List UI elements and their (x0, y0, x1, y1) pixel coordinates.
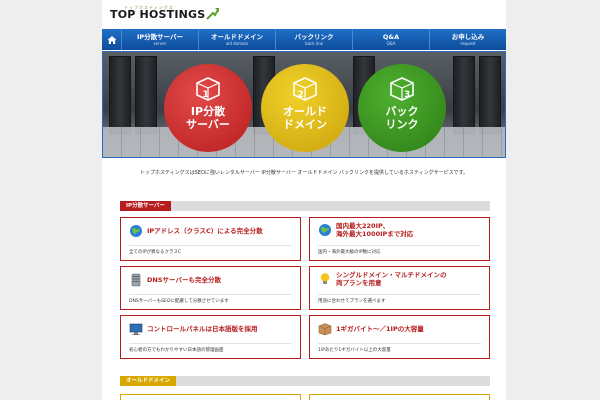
intro-text: トップホスティングスはSEOに強いレンタルサーバー IP分散サーバー オールドド… (139, 170, 469, 176)
server-icon (131, 273, 141, 287)
section-header-ip-server: IP分散サーバー (120, 201, 490, 211)
nav-item-old-domain[interactable]: オールドドメイン old domain (199, 29, 276, 50)
section-label: IP分散サーバー (120, 201, 172, 211)
lightbulb-icon (320, 273, 330, 284)
monitor-icon (129, 323, 143, 335)
feature-card[interactable]: 1ギガバイト～／1IPの大容量 1IPあたり1ギガバイト以上の大容量 (309, 315, 490, 359)
card-title: コントロールパネルは日本語版を採用 (147, 325, 258, 333)
hero-circle-line1: オールド (283, 105, 327, 118)
server-rack (109, 56, 131, 134)
feature-card[interactable]: IPアドレス（クラスC）による完全分散 全てのIPが異なるクラスC (120, 217, 301, 261)
svg-text:1: 1 (203, 90, 209, 100)
hero-banner: 1 IP分散 サーバー 2 オールド ドメイン 3 バック リンク (102, 51, 506, 158)
nav-item-sublabel: Q&A (386, 41, 396, 46)
logo[interactable]: トップホスティングス TOP HOSTINGS (110, 5, 220, 22)
nav-item-sublabel: server (153, 41, 167, 46)
card-title-line2: 海外最大1000IPまで対応 (336, 230, 414, 238)
nav-item-sublabel: request (460, 41, 476, 46)
home-icon (107, 35, 116, 44)
svg-text:3: 3 (404, 90, 410, 100)
nav-item-label: お申し込み (451, 33, 485, 41)
feature-card-partial[interactable] (120, 394, 301, 400)
svg-text:2: 2 (298, 90, 304, 100)
logo-tagline: トップホスティングス (124, 5, 174, 10)
feature-card-partial[interactable] (309, 394, 490, 400)
section-header-old-domain: オールドドメイン (120, 376, 490, 386)
nav-item-label: バックリンク (294, 33, 334, 41)
hero-circle-line2: サーバー (186, 118, 230, 131)
box-number-2-icon: 2 (293, 77, 317, 101)
card-description: 1IPあたり1ギガバイト以上の大容量 (318, 348, 391, 353)
nav-item-qa[interactable]: Q&A Q&A (353, 29, 430, 50)
card-description: 初心者の方でもわかりやすい日本語の管理画面 (129, 348, 224, 353)
card-divider (318, 294, 481, 295)
hero-circle-line1: バック (385, 105, 419, 118)
page: トップホスティングス TOP HOSTINGS IP分散サーバー server … (102, 0, 506, 400)
hero-circle-line2: リンク (385, 118, 419, 131)
globe-icon (130, 225, 142, 237)
header: トップホスティングス TOP HOSTINGS (102, 0, 506, 28)
nav-item-request[interactable]: お申し込み request (430, 29, 506, 50)
nav-item-sublabel: back link (305, 41, 323, 46)
box-number-3-icon: 3 (390, 77, 414, 101)
feature-card[interactable]: 国内最大220IP、 海外最大1000IPまで対応 国内・海外最大級のIP数に対… (309, 217, 490, 261)
logo-arrow-icon (206, 8, 220, 20)
card-description: 全てのIPが異なるクラスC (129, 250, 182, 255)
card-title: 1ギガバイト～／1IPの大容量 (336, 325, 424, 333)
card-divider (129, 245, 292, 246)
card-title: DNSサーバーも完全分散 (147, 276, 221, 284)
box-number-1-icon: 1 (196, 77, 220, 101)
card-divider (129, 343, 292, 344)
card-divider (318, 343, 481, 344)
server-rack (479, 56, 501, 134)
card-description: 用途に合わせてプランを選べます (318, 299, 386, 304)
card-title-line1: 国内最大220IP、 (336, 222, 390, 230)
hero-circle-line2: ドメイン (283, 118, 327, 131)
card-divider (129, 294, 292, 295)
nav-item-ip-server[interactable]: IP分散サーバー server (122, 29, 199, 50)
server-rack (453, 56, 475, 134)
card-title-line1: シングルドメイン・マルチドメインの (336, 271, 447, 279)
hero-circle-line1: IP分散 (190, 105, 226, 118)
feature-card[interactable]: シングルドメイン・マルチドメインの 両プランを用意 用途に合わせてプランを選べま… (309, 266, 490, 310)
feature-card[interactable]: DNSサーバーも完全分散 DNSサーバーもSEOに配慮して分散させています (120, 266, 301, 310)
feature-card[interactable]: コントロールパネルは日本語版を採用 初心者の方でもわかりやすい日本語の管理画面 (120, 315, 301, 359)
main-nav: IP分散サーバー server オールドドメイン old domain バックリ… (102, 29, 506, 50)
card-description: 国内・海外最大級のIP数に対応 (318, 250, 381, 255)
hero-circle-back-link[interactable]: 3 バック リンク (358, 64, 446, 152)
nav-item-label: Q&A (382, 33, 400, 41)
section-label: オールドドメイン (120, 376, 177, 386)
hero-circle-ip-server[interactable]: 1 IP分散 サーバー (164, 64, 252, 152)
nav-item-label: オールドドメイン (211, 33, 263, 41)
card-description: DNSサーバーもSEOに配慮して分散させています (129, 299, 229, 304)
nav-item-label: IP分散サーバー (136, 33, 184, 41)
nav-home[interactable] (102, 29, 122, 50)
nav-item-sublabel: old domain (225, 41, 249, 46)
card-title-line2: 両プランを用意 (336, 279, 382, 287)
card-divider (318, 245, 481, 246)
nav-item-back-link[interactable]: バックリンク back link (276, 29, 353, 50)
globe-icon (319, 224, 331, 236)
hero-circle-old-domain[interactable]: 2 オールド ドメイン (261, 64, 349, 152)
card-title: IPアドレス（クラスC）による完全分散 (147, 227, 263, 235)
box-icon (318, 323, 332, 336)
server-rack (135, 56, 157, 134)
